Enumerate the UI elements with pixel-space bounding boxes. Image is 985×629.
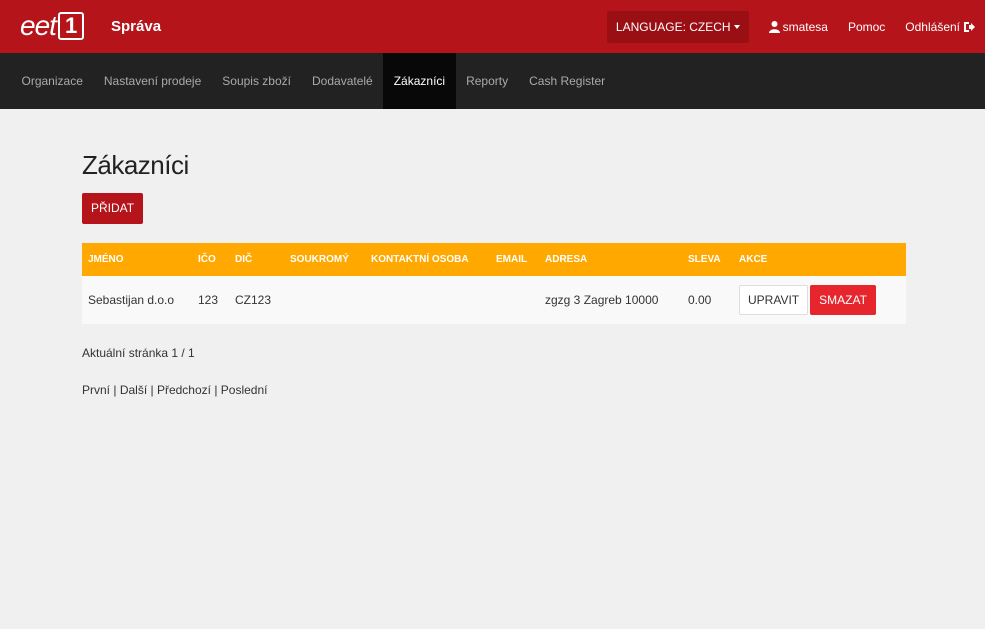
- pager-prev[interactable]: Předchozí: [157, 383, 211, 397]
- cell-actions: UPRAVIT SMAZAT: [733, 276, 906, 324]
- delete-button[interactable]: SMAZAT: [810, 285, 876, 315]
- cell-discount: 0.00: [688, 293, 712, 307]
- logo-number: 1: [57, 12, 85, 40]
- cell-ico: 123: [198, 293, 219, 307]
- help-link[interactable]: Pomoc: [838, 20, 895, 34]
- logout-label: Odhlášení: [905, 19, 960, 34]
- col-header-email: EMAIL: [496, 254, 528, 265]
- nav-item-nastaveni-prodeje[interactable]: Nastavení prodeje: [93, 53, 211, 109]
- user-icon: [768, 20, 780, 33]
- col-header-address: ADRESA: [545, 254, 588, 265]
- cell-dic: CZ123: [235, 293, 272, 307]
- top-right-menu: LANGUAGE: CZECH smatesa Pomoc Odhlášení: [606, 0, 985, 53]
- col-header-private: SOUKROMÝ: [290, 254, 349, 265]
- cell-name: Sebastijan d.o.o: [88, 293, 175, 307]
- page-title: Zákazníci: [82, 150, 189, 180]
- cell-private: [284, 276, 365, 324]
- logo-text: eet: [20, 10, 57, 41]
- customers-table: JMÉNO IČO DIČ SOUKROMÝ KONTAKTNÍ OSOBA E…: [82, 243, 906, 324]
- edit-button[interactable]: UPRAVIT: [739, 285, 809, 315]
- page-info: Aktuální stránka 1 / 1: [82, 346, 195, 360]
- col-header-discount: SLEVA: [688, 254, 721, 265]
- top-bar: eet 1 Správa LANGUAGE: CZECH smatesa Pomo…: [0, 0, 985, 53]
- cell-email: [490, 276, 539, 324]
- user-link[interactable]: smatesa: [759, 20, 838, 34]
- logout-link[interactable]: Odhlášení: [895, 20, 985, 34]
- table-header-row: JMÉNO IČO DIČ SOUKROMÝ KONTAKTNÍ OSOBA E…: [82, 243, 906, 276]
- table-row: Sebastijan d.o.o 123 CZ123 zgzg 3 Zagreb…: [82, 276, 906, 324]
- col-header-name: JMÉNO: [88, 254, 124, 265]
- chevron-down-icon: [733, 25, 740, 30]
- cell-contact: [365, 276, 490, 324]
- logout-icon: [964, 21, 975, 32]
- pager-first[interactable]: První: [82, 383, 110, 397]
- col-header-contact: KONTAKTNÍ OSOBA: [371, 254, 469, 265]
- logo[interactable]: eet 1: [20, 10, 85, 42]
- main-content: Zákazníci PŘIDAT JMÉNO IČO DIČ SOUKROMÝ …: [82, 150, 906, 397]
- col-header-actions: AKCE: [739, 254, 768, 265]
- pager-last[interactable]: Poslední: [221, 383, 268, 397]
- nav-item-soupis-zbozi[interactable]: Soupis zboží: [212, 53, 302, 109]
- col-header-dic: DIČ: [235, 254, 253, 265]
- nav-item-dodavatele[interactable]: Dodavatelé: [302, 53, 384, 109]
- pager-next[interactable]: Další: [120, 383, 147, 397]
- pagination: První | Další | Předchozí | Poslední: [82, 383, 268, 397]
- cell-address: zgzg 3 Zagreb 10000: [545, 293, 659, 307]
- col-header-ico: IČO: [198, 254, 216, 265]
- nav-item-reporty[interactable]: Reporty: [456, 53, 519, 109]
- app-title[interactable]: Správa: [111, 18, 161, 35]
- main-nav: Organizace Nastavení prodeje Soupis zbož…: [0, 53, 985, 109]
- language-label: LANGUAGE: CZECH: [615, 19, 731, 34]
- help-label: Pomoc: [847, 19, 886, 34]
- nav-item-organizace[interactable]: Organizace: [11, 53, 93, 109]
- add-customer-button[interactable]: PŘIDAT: [82, 193, 144, 224]
- language-dropdown[interactable]: LANGUAGE: CZECH: [606, 10, 749, 43]
- user-name: smatesa: [782, 19, 828, 34]
- nav-item-cash-register[interactable]: Cash Register: [519, 53, 616, 109]
- nav-item-zakaznici[interactable]: Zákazníci: [383, 53, 456, 109]
